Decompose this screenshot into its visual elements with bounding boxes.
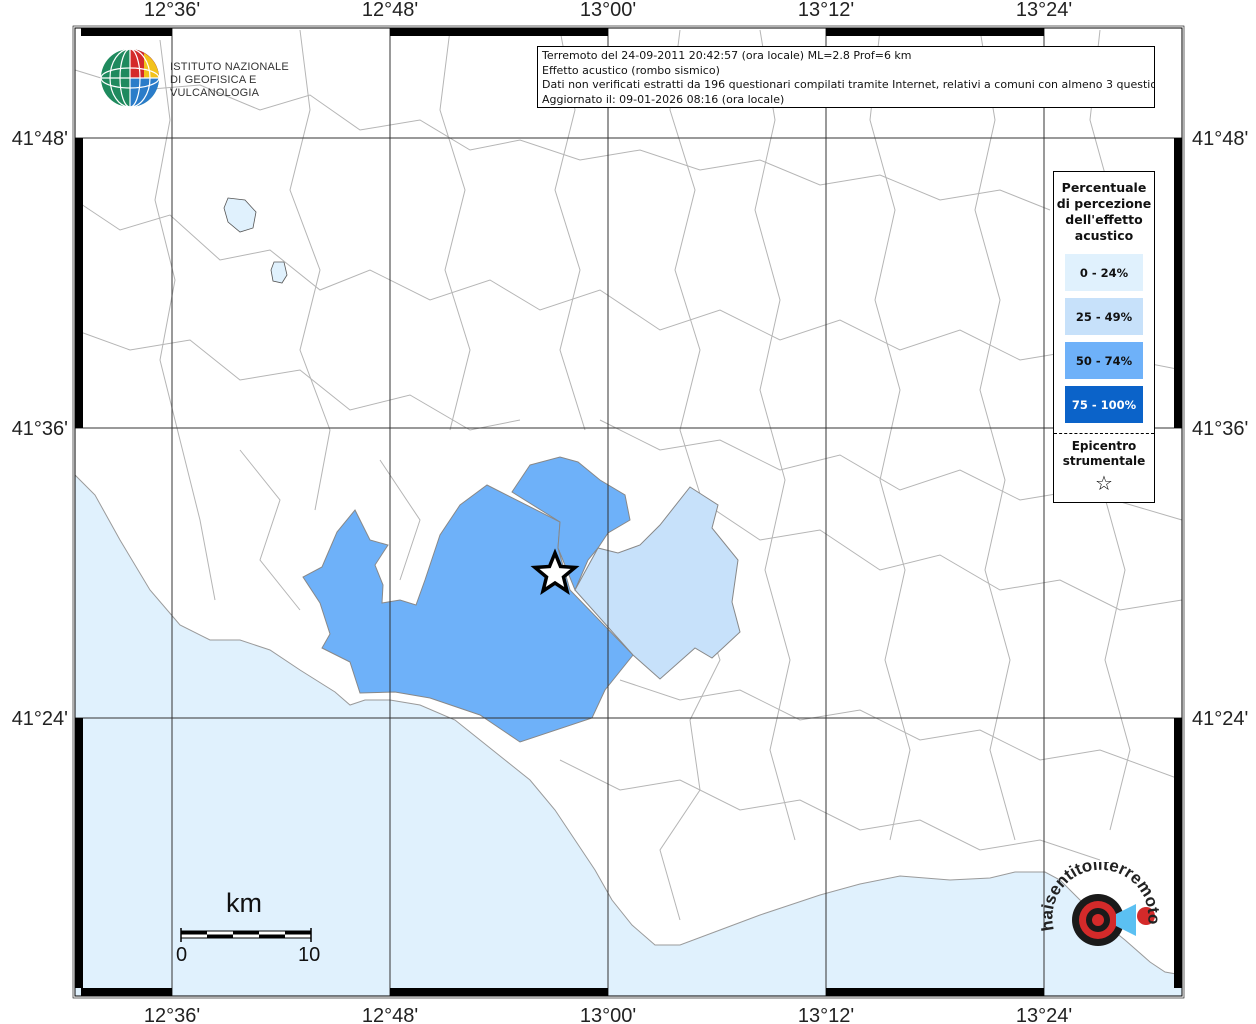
haisentito-logo-icon[interactable]: haisentitoilterremoto.it xyxy=(1036,862,1166,974)
lon-label-top: 13°12' xyxy=(798,0,854,21)
legend: Percentuale di percezione dell'effetto a… xyxy=(1053,171,1155,503)
lat-label-left: 41°24' xyxy=(12,708,68,730)
ingv-logo-line1: ISTITUTO NAZIONALE xyxy=(170,61,289,73)
legend-epicenter-label: Epicentro strumentale xyxy=(1054,439,1154,469)
legend-title: Percentuale di percezione dell'effetto a… xyxy=(1054,180,1154,244)
scale-max-label: 10 xyxy=(298,944,321,966)
event-info-line: Terremoto del 24-09-2011 20:42:57 (ora l… xyxy=(542,49,912,62)
legend-title-line: dell'effetto xyxy=(1065,212,1143,227)
lon-label-top: 12°48' xyxy=(362,0,418,21)
ingv-logo-text: ISTITUTO NAZIONALE DI GEOFISICA E VULCAN… xyxy=(170,61,320,100)
event-info-line: Effetto acustico (rombo sismico) xyxy=(542,63,720,77)
lon-label-bottom: 13°12' xyxy=(798,1005,854,1024)
scale-unit-label: km xyxy=(226,888,262,918)
ingv-globe-icon xyxy=(100,48,160,108)
legend-item-label: 50 - 74% xyxy=(1075,353,1133,368)
legend-item-label: 25 - 49% xyxy=(1075,309,1133,324)
ingv-logo-line2: DI GEOFISICA E VULCANOLOGIA xyxy=(170,74,260,99)
scale-min-label: 0 xyxy=(176,944,188,966)
lat-label-right: 41°48' xyxy=(1192,128,1248,150)
lat-label-right: 41°24' xyxy=(1192,708,1248,730)
legend-item-75-100: 75 - 100% xyxy=(1065,386,1143,423)
ingv-logo: ISTITUTO NAZIONALE DI GEOFISICA E VULCAN… xyxy=(100,47,320,109)
lon-label-bottom: 13°00' xyxy=(580,1005,636,1024)
event-info-line: Dati non verificati estratti da 196 ques… xyxy=(542,78,1155,91)
legend-item-label: 75 - 100% xyxy=(1071,397,1137,412)
scale-bar: km 0 10 xyxy=(172,888,332,978)
legend-title-line: Percentuale xyxy=(1061,180,1147,195)
legend-title-line: acustico xyxy=(1074,228,1134,243)
lon-label-bottom: 13°24' xyxy=(1016,1005,1072,1024)
legend-title-line: di percezione xyxy=(1056,196,1152,211)
event-info-box: Terremoto del 24-09-2011 20:42:57 (ora l… xyxy=(537,46,1155,108)
legend-item-25-49: 25 - 49% xyxy=(1065,298,1143,335)
lon-label-top: 13°24' xyxy=(1016,0,1072,21)
lon-label-top: 12°36' xyxy=(144,0,200,21)
lon-label-bottom: 12°48' xyxy=(362,1005,418,1024)
lat-label-right: 41°36' xyxy=(1192,418,1248,440)
legend-epicenter-line: Epicentro xyxy=(1071,439,1137,453)
lat-label-left: 41°48' xyxy=(12,128,68,150)
legend-separator xyxy=(1054,433,1154,434)
legend-star-icon: ☆ xyxy=(1095,471,1113,495)
legend-item-0-24: 0 - 24% xyxy=(1065,254,1143,291)
lat-label-left: 41°36' xyxy=(12,418,68,440)
legend-item-label: 0 - 24% xyxy=(1079,265,1129,280)
lon-label-bottom: 12°36' xyxy=(144,1005,200,1024)
lon-label-top: 13°00' xyxy=(580,0,636,21)
legend-epicenter-line: strumentale xyxy=(1062,454,1146,468)
legend-item-50-74: 50 - 74% xyxy=(1065,342,1143,379)
event-info-line: Aggiornato il: 09-01-2026 08:16 (ora loc… xyxy=(542,92,785,106)
